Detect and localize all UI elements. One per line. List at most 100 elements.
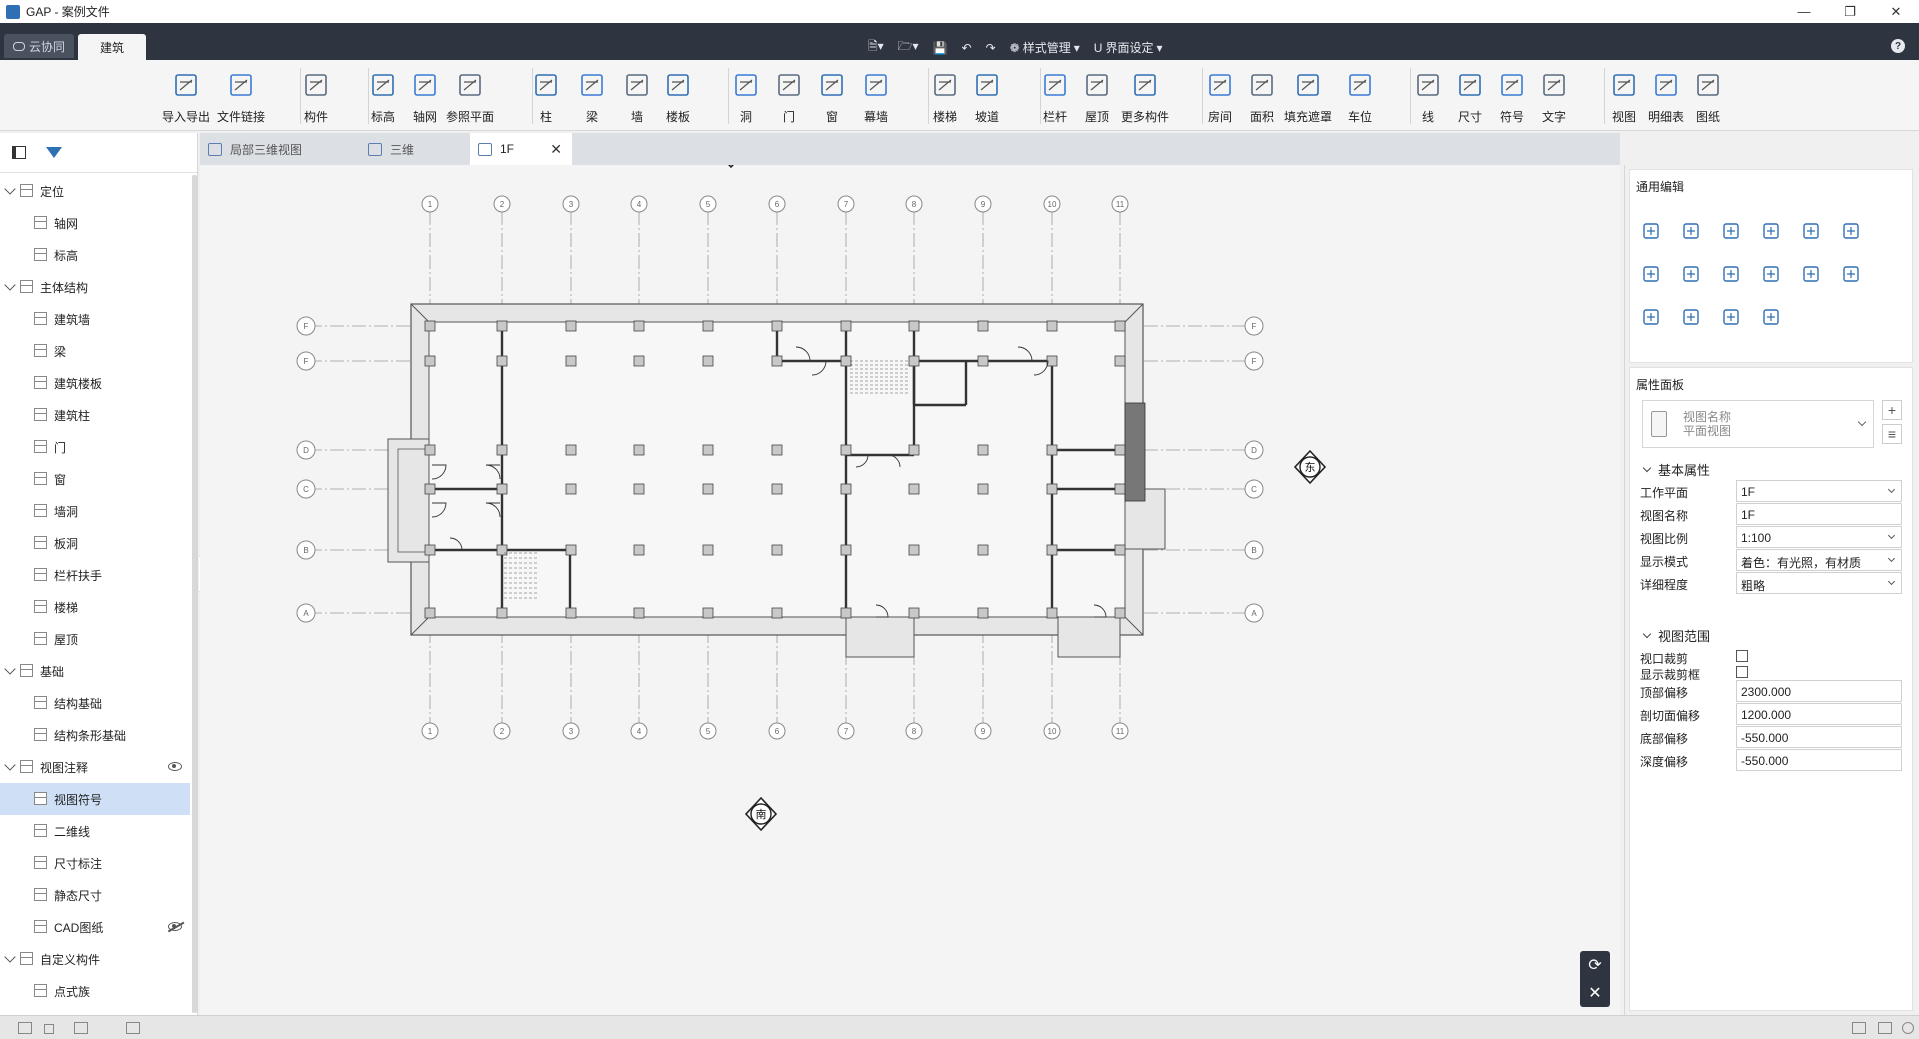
tree-item[interactable]: 视图符号 [0, 783, 190, 815]
move-icon[interactable] [1640, 220, 1680, 245]
type-list-button[interactable]: ≡ [1882, 424, 1902, 444]
ribbon-button-more-components[interactable]: 更多构件 [1121, 66, 1169, 128]
ribbon-button-schedule[interactable]: 明细表 [1643, 66, 1689, 128]
tree-group[interactable]: 基础 [0, 655, 190, 687]
ribbon-button-component[interactable]: 构件 [293, 66, 339, 128]
eye-icon[interactable] [168, 762, 182, 771]
prop-input[interactable]: -550.000 [1736, 749, 1902, 771]
ribbon-button-line[interactable]: 线 [1405, 66, 1451, 128]
ribbon-button-roof[interactable]: 屋顶 [1074, 66, 1120, 128]
prop-input[interactable]: 1200.000 [1736, 703, 1902, 725]
ribbon-button-sheet[interactable]: 图纸 [1685, 66, 1731, 128]
tree-item[interactable]: 墙洞 [0, 495, 190, 527]
reset-view-icon[interactable]: ⟳ [1588, 955, 1601, 975]
new-file-icon[interactable]: 🗎▾ [868, 37, 884, 58]
chevron-down-icon[interactable] [4, 663, 16, 675]
ribbon-button-ref-plane[interactable]: 参照平面 [446, 66, 494, 128]
doc-tab[interactable]: 三维 [360, 133, 468, 165]
prop-select[interactable]: 着色：有光照，有材质 [1736, 549, 1902, 571]
ribbon-button-curtain-wall[interactable]: 幕墙 [853, 66, 899, 128]
layout-icon[interactable] [126, 1022, 140, 1034]
ui-settings-button[interactable]: U 界面设定 ▾ [1094, 39, 1163, 56]
offset-icon[interactable] [1640, 263, 1680, 288]
chevron-down-icon[interactable] [4, 183, 16, 195]
tree-item[interactable]: 门 [0, 431, 190, 463]
tree-item[interactable]: 楼梯 [0, 591, 190, 623]
view-type-selector[interactable]: 视图名称 平面视图 [1642, 400, 1874, 448]
eye-hidden-icon[interactable] [168, 922, 182, 931]
ribbon-button-railing[interactable]: 栏杆 [1032, 66, 1078, 128]
tree-item[interactable]: 屋顶 [0, 623, 190, 655]
measure-icon[interactable] [1760, 306, 1800, 331]
screen-icon[interactable] [1852, 1022, 1866, 1034]
filter-icon[interactable] [46, 147, 62, 158]
view-range-header[interactable]: 视图范围 [1642, 626, 1710, 645]
tree-item[interactable]: 结构基础 [0, 687, 190, 719]
group-icon[interactable] [1800, 263, 1840, 288]
ribbon-button-level[interactable]: 标高 [360, 66, 406, 128]
tree-item[interactable]: 建筑楼板 [0, 367, 190, 399]
help-icon[interactable]: ? [1891, 39, 1905, 53]
scale-icon[interactable] [1760, 263, 1800, 288]
chevron-down-icon[interactable] [4, 759, 16, 771]
tree-item[interactable]: 二维线 [0, 815, 190, 847]
tree-item[interactable]: 建筑柱 [0, 399, 190, 431]
ribbon-button-parking[interactable]: 车位 [1337, 66, 1383, 128]
ribbon-button-view[interactable]: 视图 [1601, 66, 1647, 128]
grid-view-icon[interactable] [18, 1022, 32, 1034]
tree-item[interactable]: 梁 [0, 335, 190, 367]
restore-icon[interactable]: ❐ [1827, 0, 1873, 23]
ribbon-button-file-link[interactable]: 文件链接 [217, 66, 265, 128]
ribbon-button-stair[interactable]: 楼梯 [922, 66, 968, 128]
tree-group[interactable]: 自定义构件 [0, 943, 190, 975]
align-icon[interactable] [1760, 220, 1800, 245]
ribbon-button-fill-mask[interactable]: 填充遮罩 [1284, 66, 1332, 128]
minimize-icon[interactable]: — [1781, 0, 1827, 23]
tree-item[interactable]: 标高 [0, 239, 190, 271]
compass-south[interactable]: 南 [744, 796, 778, 832]
prop-select[interactable]: 粗略 [1736, 572, 1902, 594]
paint-icon[interactable] [1720, 306, 1760, 331]
ribbon-button-slab[interactable]: 楼板 [655, 66, 701, 128]
ribbon-button-opening[interactable]: 洞 [723, 66, 769, 128]
settings-icon[interactable] [1902, 1022, 1914, 1034]
compass-north[interactable]: 北 [716, 165, 746, 169]
tree-item[interactable]: 尺寸标注 [0, 847, 190, 879]
ribbon-button-room[interactable]: 房间 [1197, 66, 1243, 128]
delete-icon[interactable] [1640, 306, 1680, 331]
tree-group[interactable]: 视图注释 [0, 751, 190, 783]
ribbon-button-dimension[interactable]: 尺寸 [1447, 66, 1493, 128]
close-icon[interactable]: ✕ [1873, 0, 1919, 23]
tree-item[interactable]: 轴网 [0, 207, 190, 239]
multi-view-icon[interactable] [74, 1022, 88, 1034]
panel-toggle-icon[interactable] [12, 146, 26, 159]
save-icon[interactable]: 💾 [933, 41, 948, 55]
checkbox[interactable] [1736, 650, 1748, 662]
tab-cloud[interactable]: 云协同 [4, 34, 74, 58]
array-icon[interactable] [1680, 263, 1720, 288]
chevron-down-icon[interactable] [4, 279, 16, 291]
ribbon-button-door[interactable]: 门 [766, 66, 812, 128]
tree-item[interactable]: 窗 [0, 463, 190, 495]
ribbon-button-window[interactable]: 窗 [809, 66, 855, 128]
prop-input[interactable]: 2300.000 [1736, 680, 1902, 702]
checkbox[interactable] [1736, 666, 1748, 678]
extend-icon[interactable] [1720, 263, 1760, 288]
tree-item[interactable]: 建筑墙 [0, 303, 190, 335]
tree-scrollbar[interactable] [192, 175, 197, 1013]
ribbon-button-cad-import[interactable]: 导入导出 [162, 66, 210, 128]
tree-group[interactable]: 主体结构 [0, 271, 190, 303]
drawing-canvas[interactable]: 11223344556677889910101111FFFFDDCCBBAA北南… [200, 165, 1620, 1015]
undo-icon[interactable]: ↶ [962, 41, 972, 55]
ribbon-button-grid[interactable]: 轴网 [402, 66, 448, 128]
prop-select[interactable]: 1:100 [1736, 526, 1902, 548]
small-view-icon[interactable] [44, 1024, 54, 1034]
ribbon-button-wall[interactable]: 墙 [614, 66, 660, 128]
ribbon-button-column[interactable]: 柱 [523, 66, 569, 128]
mirror-icon[interactable] [1840, 263, 1880, 288]
add-type-button[interactable]: + [1882, 400, 1902, 420]
close-icon[interactable]: ✕ [550, 141, 562, 158]
tree-item[interactable]: 栏杆扶手 [0, 559, 190, 591]
open-file-icon[interactable]: 🗁▾ [898, 37, 919, 58]
tree-group[interactable]: 定位 [0, 175, 190, 207]
